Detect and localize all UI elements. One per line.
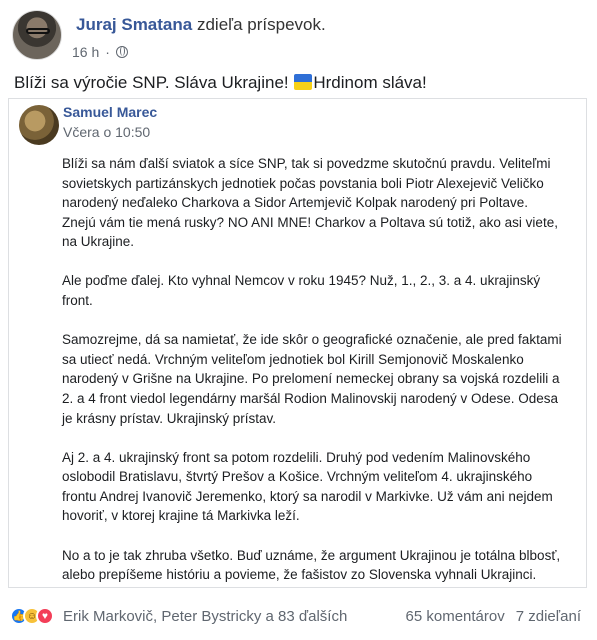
reactors-link[interactable]: Erik Markovič, Peter Bystricky a 83 ďalš…: [63, 608, 347, 625]
post-footer: 👍 ☺ ♥ Erik Markovič, Peter Bystricky a 8…: [10, 604, 587, 628]
shared-paragraph: Aj 2. a 4. ukrajinský front sa potom roz…: [62, 449, 553, 524]
shared-post-body: Blíži sa nám ďalší sviatok a síce SNP, t…: [62, 154, 562, 604]
ukraine-flag-icon: [294, 74, 313, 90]
post-text: Blíži sa výročie SNP. Sláva Ukrajine! Hr…: [14, 72, 427, 94]
post-action: zdieľa príspevok.: [196, 15, 326, 34]
post-text-part1: Blíži sa výročie SNP. Sláva Ukrajine!: [14, 73, 289, 92]
shared-post-time[interactable]: Včera o 10:50: [63, 123, 150, 141]
shares-count-link[interactable]: 7 zdieľaní: [516, 608, 581, 625]
post-time[interactable]: 16 h: [72, 44, 99, 60]
post-text-part2: Hrdinom sláva!: [313, 73, 427, 92]
shared-author-name-link[interactable]: Samuel Marec: [63, 103, 157, 121]
post-meta: 16 h ·: [72, 44, 128, 60]
reaction-icons[interactable]: 👍 ☺ ♥: [10, 607, 54, 625]
comments-count-link[interactable]: 65 komentárov: [406, 608, 505, 625]
globe-icon[interactable]: [115, 46, 128, 58]
love-icon: ♥: [36, 607, 54, 625]
shared-paragraph: Blíži sa nám ďalší sviatok a síce SNP, t…: [62, 156, 558, 250]
separator-dot: ·: [105, 44, 110, 60]
shared-post-card: Samuel Marec Včera o 10:50 Blíži sa nám …: [8, 98, 587, 588]
shared-paragraph: Ale poďme ďalej. Kto vyhnal Nemcov v rok…: [62, 273, 541, 309]
shared-paragraph: No a to je tak zhruba všetko. Buď uznáme…: [62, 547, 561, 583]
author-name-link[interactable]: Juraj Smatana: [76, 15, 192, 34]
shared-author-avatar[interactable]: [19, 105, 59, 145]
author-avatar[interactable]: [12, 10, 62, 60]
post-header: Juraj Smatana zdieľa príspevok.: [12, 10, 326, 60]
author-line: Juraj Smatana zdieľa príspevok.: [76, 14, 326, 36]
shared-paragraph: Samozrejme, dá sa namietať, že ide skôr …: [62, 332, 562, 426]
footer-counts: 65 komentárov 7 zdieľaní: [406, 608, 582, 625]
